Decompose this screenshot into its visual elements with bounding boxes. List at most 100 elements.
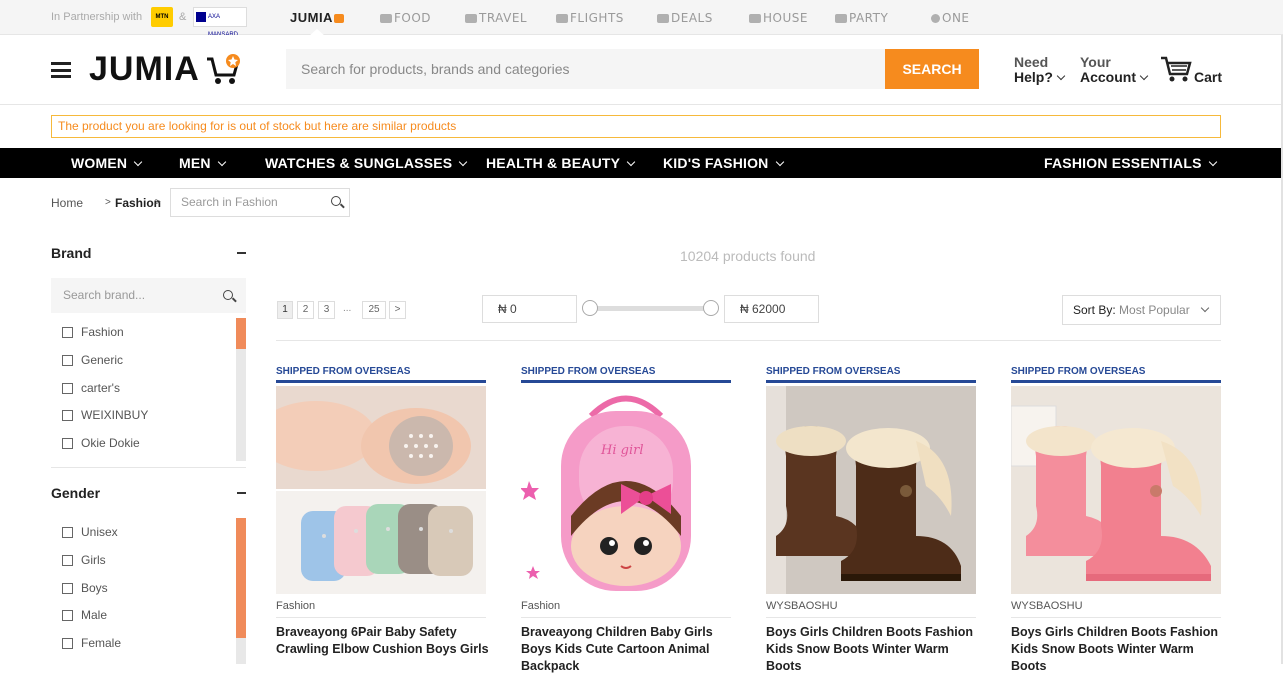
search-icon[interactable]	[223, 290, 233, 300]
service-deals[interactable]: DEALS	[657, 11, 713, 25]
checkbox[interactable]	[62, 438, 73, 449]
product-title[interactable]: Braveayong Children Baby Girls Boys Kids…	[521, 624, 736, 675]
food-icon	[380, 14, 392, 23]
brand-option[interactable]: WEIXINBUY	[62, 408, 148, 422]
divider	[51, 467, 246, 468]
checkbox[interactable]	[62, 410, 73, 421]
product-title[interactable]: Braveayong 6Pair Baby Safety Crawling El…	[276, 624, 491, 658]
service-label: FOOD	[394, 11, 432, 25]
product-image[interactable]	[766, 386, 976, 594]
brand-option[interactable]: Generic	[62, 353, 123, 367]
service-jumia[interactable]: JUMIA	[290, 10, 346, 25]
collapse-icon[interactable]	[237, 492, 246, 494]
product-brand: Fashion	[276, 600, 316, 612]
menu-icon[interactable]	[51, 62, 71, 78]
price-slider-track[interactable]	[590, 306, 712, 311]
brand-search-input[interactable]: Search brand...	[51, 278, 246, 313]
product-title[interactable]: Boys Girls Children Boots Fashion Kids S…	[1011, 624, 1226, 675]
checkbox[interactable]	[62, 327, 73, 338]
product-image[interactable]	[1011, 386, 1221, 594]
service-travel[interactable]: TRAVEL	[465, 11, 527, 25]
checkbox[interactable]	[62, 583, 73, 594]
checkbox[interactable]	[62, 610, 73, 621]
category-search-input[interactable]: Search in Fashion	[170, 188, 350, 217]
search-icon[interactable]	[331, 196, 341, 206]
page-1[interactable]: 1	[277, 301, 293, 319]
account-bottom-label: Account	[1080, 69, 1136, 85]
price-max-input[interactable]: ₦ 62000	[724, 295, 819, 323]
plane-icon	[556, 14, 568, 23]
chevron-down-icon	[1208, 157, 1217, 167]
checkbox[interactable]	[62, 527, 73, 538]
product-title[interactable]: Boys Girls Children Boots Fashion Kids S…	[766, 624, 981, 675]
brand-scrollbar-thumb[interactable]	[236, 318, 246, 349]
house-icon	[749, 14, 761, 23]
search-button[interactable]: SEARCH	[885, 49, 979, 89]
brand-option[interactable]: Fashion	[62, 325, 124, 339]
price-min-input[interactable]: ₦ 0	[482, 295, 577, 323]
shipped-overseas-label: SHIPPED FROM OVERSEAS	[521, 366, 656, 377]
product-image[interactable]: Hi girl	[521, 386, 731, 594]
brand-filter-title[interactable]: Brand	[51, 245, 91, 261]
shipped-underline	[521, 380, 731, 383]
gender-option[interactable]: Boys	[62, 581, 108, 595]
partner-strip: In Partnership with MTN & AXA MANSARD JU…	[0, 0, 1283, 38]
service-party[interactable]: PARTY	[835, 11, 888, 25]
search-input[interactable]: Search for products, brands and categori…	[286, 49, 885, 89]
page-3[interactable]: 3	[318, 301, 335, 319]
shipped-underline	[766, 380, 976, 383]
service-house[interactable]: HOUSE	[749, 11, 808, 25]
product-card[interactable]: SHIPPED FROM OVERSEAS WYSBAOSHU Boys Gir…	[766, 366, 976, 673]
account-menu[interactable]: Your Account	[1080, 54, 1149, 85]
divider	[766, 617, 976, 618]
page-2[interactable]: 2	[297, 301, 314, 319]
collapse-icon[interactable]	[237, 252, 246, 254]
gender-filter-title[interactable]: Gender	[51, 485, 100, 501]
price-slider-max-handle[interactable]	[703, 300, 719, 316]
axa-mansard-logo[interactable]: AXA MANSARD	[193, 7, 247, 38]
account-top-label: Your	[1080, 54, 1111, 70]
partnership-text: In Partnership with	[51, 11, 143, 23]
sort-dropdown[interactable]: Sort By: Most Popular	[1062, 295, 1221, 325]
next-page-button[interactable]: >	[389, 301, 406, 319]
service-one[interactable]: ONE	[931, 11, 970, 25]
page-25[interactable]: 25	[362, 301, 386, 319]
need-help-menu[interactable]: Need Help?	[1014, 55, 1066, 85]
service-label: PARTY	[849, 11, 889, 25]
checkbox[interactable]	[62, 555, 73, 566]
brand-option[interactable]: Okie Dokie	[62, 436, 140, 450]
service-food[interactable]: FOOD	[380, 11, 431, 25]
brand-option[interactable]: carter's	[62, 381, 120, 395]
product-image[interactable]	[276, 386, 486, 594]
checkbox[interactable]	[62, 355, 73, 366]
gender-option[interactable]: Unisex	[62, 525, 118, 539]
jumia-logo[interactable]: JUMIA	[89, 50, 200, 89]
breadcrumb-home[interactable]: Home	[51, 196, 83, 210]
category-fashion-essentials[interactable]: FASHION ESSENTIALS	[1044, 155, 1217, 171]
chevron-down-icon	[133, 157, 143, 167]
cart-label[interactable]: Cart	[1194, 70, 1222, 85]
party-icon	[835, 14, 847, 23]
cart-icon[interactable]	[1160, 55, 1192, 83]
product-card[interactable]: SHIPPED FROM OVERSEAS WYSBAOSHU Boys Gir…	[1011, 366, 1221, 673]
checkbox[interactable]	[62, 638, 73, 649]
checkbox[interactable]	[62, 383, 73, 394]
gender-option[interactable]: Girls	[62, 553, 106, 567]
category-men[interactable]: MEN	[179, 155, 226, 171]
category-kids-fashion[interactable]: KID'S FASHION	[663, 155, 784, 171]
divider	[276, 617, 486, 618]
product-card[interactable]: SHIPPED FROM OVERSEAS Fashion Braveayong…	[276, 366, 489, 666]
mtn-logo[interactable]: MTN	[151, 7, 173, 27]
category-health-beauty[interactable]: HEALTH & BEAUTY	[486, 155, 636, 171]
service-flights[interactable]: FLIGHTS	[556, 11, 624, 25]
product-card[interactable]: SHIPPED FROM OVERSEAS Hi girl Fashion Br…	[521, 366, 731, 673]
category-watches-sunglasses[interactable]: WATCHES & SUNGLASSES	[265, 155, 468, 171]
gender-scrollbar-thumb[interactable]	[236, 518, 246, 638]
gender-option[interactable]: Male	[62, 608, 107, 622]
help-bottom-label: Help?	[1014, 69, 1053, 85]
shipped-overseas-label: SHIPPED FROM OVERSEAS	[1011, 366, 1146, 377]
price-slider-min-handle[interactable]	[582, 300, 598, 316]
gender-option[interactable]: Female	[62, 636, 121, 650]
divider	[276, 340, 1221, 341]
category-women[interactable]: WOMEN	[71, 155, 143, 171]
